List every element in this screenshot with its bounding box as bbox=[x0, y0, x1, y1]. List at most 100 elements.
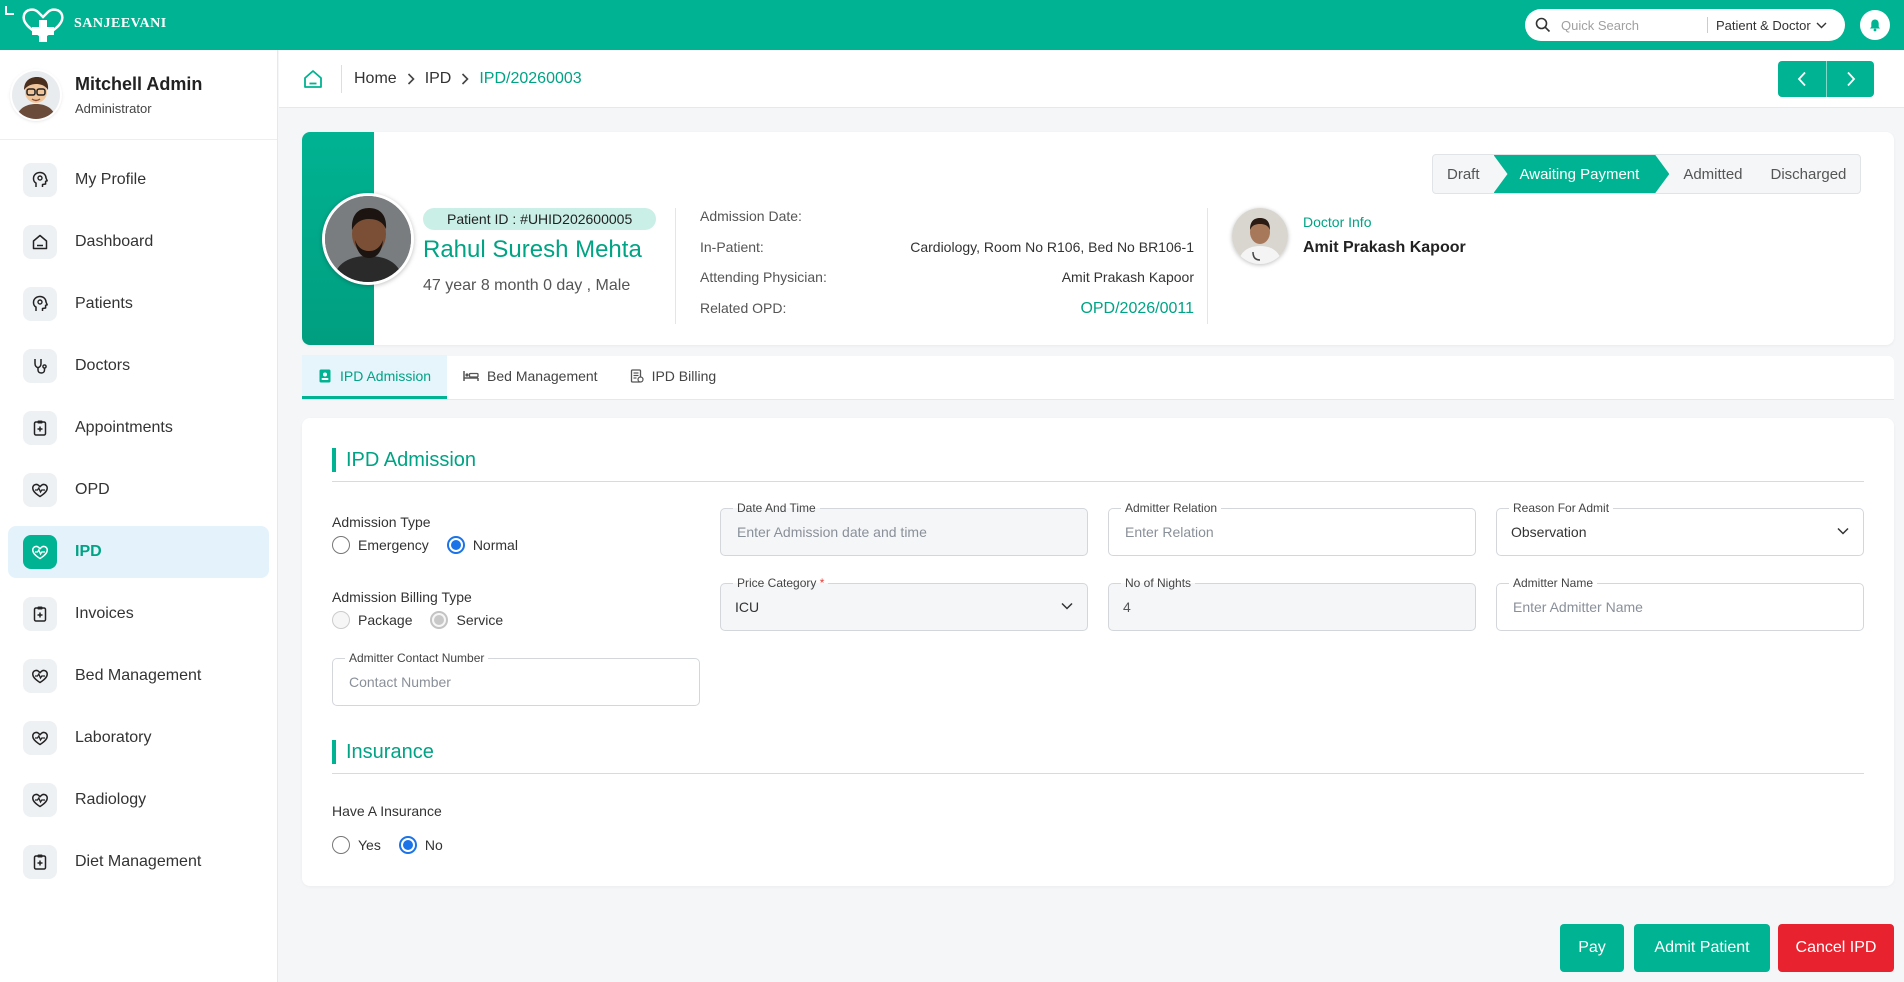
patient-photo bbox=[322, 193, 414, 285]
pay-button[interactable]: Pay bbox=[1560, 924, 1624, 972]
status-step-awaiting-payment[interactable]: Awaiting Payment bbox=[1494, 155, 1670, 193]
sidebar-item-doctors[interactable]: Doctors bbox=[8, 340, 269, 392]
sidebar-item-appointments[interactable]: Appointments bbox=[8, 402, 269, 454]
radio-label: Yes bbox=[358, 837, 381, 853]
breadcrumb-ipd-link[interactable]: IPD bbox=[425, 70, 452, 88]
field-label: Reason For Admit bbox=[1509, 501, 1614, 515]
doctor-info-label: Doctor Info bbox=[1303, 214, 1372, 230]
top-bar: SANJEEVANI Patient & Doctor bbox=[0, 0, 1904, 50]
sidebar-item-patients[interactable]: Patients bbox=[8, 278, 269, 330]
avatar bbox=[12, 70, 60, 119]
search-input[interactable] bbox=[1561, 17, 1703, 33]
admitter-name-field: Admitter Name bbox=[1496, 576, 1864, 631]
breadcrumb-home-button[interactable] bbox=[299, 65, 327, 93]
sidebar-item-my-profile[interactable]: My Profile bbox=[8, 154, 269, 206]
reason-for-admit-select[interactable]: Reason For Admit Observation bbox=[1496, 501, 1864, 556]
radio-yes[interactable] bbox=[332, 836, 350, 854]
radio-label: Package bbox=[358, 612, 413, 628]
next-record-button[interactable] bbox=[1826, 61, 1874, 97]
sidebar-item-bed-management[interactable]: Bed Management bbox=[8, 650, 269, 702]
sidebar-item-label: Dashboard bbox=[75, 233, 154, 250]
contact-number-input[interactable] bbox=[349, 674, 659, 690]
status-stepper: Draft Awaiting Payment Admitted Discharg… bbox=[1432, 154, 1862, 194]
admit-patient-button[interactable]: Admit Patient bbox=[1634, 924, 1770, 972]
admitter-name-input[interactable] bbox=[1513, 599, 1823, 615]
status-step-discharged[interactable]: Discharged bbox=[1757, 155, 1861, 193]
sidebar-item-radiology[interactable]: Radiology bbox=[8, 774, 269, 826]
related-opd-link[interactable]: OPD/2026/0011 bbox=[1080, 300, 1194, 331]
user-card[interactable]: Mitchell Admin Administrator bbox=[0, 50, 277, 140]
price-category-value: ICU bbox=[735, 599, 760, 615]
sidebar-item-label: IPD bbox=[75, 543, 102, 560]
nights-value[interactable]: 4 bbox=[1123, 599, 1131, 615]
required-marker: * bbox=[819, 576, 825, 590]
heart-cross-logo-icon bbox=[22, 8, 64, 42]
radio-package[interactable] bbox=[332, 611, 350, 629]
sidebar-item-laboratory[interactable]: Laboratory bbox=[8, 712, 269, 764]
sidebar-item-label: My Profile bbox=[75, 171, 147, 188]
breadcrumb-current: IPD/20260003 bbox=[479, 69, 582, 87]
chevron-right-icon bbox=[461, 72, 469, 85]
insurance-yes[interactable]: Yes bbox=[332, 836, 381, 854]
heart-pulse-icon bbox=[23, 473, 57, 507]
tab-bed-management[interactable]: Bed Management bbox=[447, 355, 614, 399]
doctor-name: Amit Prakash Kapoor bbox=[1303, 239, 1466, 256]
field-label: Date And Time bbox=[733, 501, 820, 515]
admitter-relation-field: Admitter Relation bbox=[1108, 501, 1476, 556]
search-scope-dropdown[interactable]: Patient & Doctor bbox=[1716, 18, 1827, 33]
billing-type-package[interactable]: Package bbox=[332, 611, 412, 629]
admitter-relation-input[interactable] bbox=[1125, 524, 1435, 540]
status-step-admitted[interactable]: Admitted bbox=[1669, 155, 1756, 193]
radio-service[interactable] bbox=[430, 611, 449, 629]
tab-ipd-billing[interactable]: IPD Billing bbox=[614, 355, 733, 399]
radio-emergency[interactable] bbox=[332, 536, 350, 554]
chevron-right-icon bbox=[1846, 71, 1855, 87]
sidebar-item-label: Diet Management bbox=[75, 853, 202, 870]
date-time-input[interactable] bbox=[737, 524, 1047, 540]
sidebar-item-ipd[interactable]: IPD bbox=[8, 526, 269, 578]
tab-bar: IPD Admission Bed Management IPD Billing bbox=[302, 355, 1894, 400]
notifications-button[interactable] bbox=[1860, 10, 1890, 40]
heart-pulse-icon bbox=[23, 721, 57, 755]
app-logo[interactable]: SANJEEVANI bbox=[20, 6, 167, 42]
cancel-ipd-button[interactable]: Cancel IPD bbox=[1778, 924, 1894, 972]
sidebar-item-invoices[interactable]: Invoices bbox=[8, 588, 269, 640]
insurance-no[interactable]: No bbox=[398, 836, 443, 854]
app-name: SANJEEVANI bbox=[74, 16, 167, 31]
price-category-select[interactable]: Price Category * ICU bbox=[720, 576, 1088, 631]
billing-type-radio-group: Package Service bbox=[332, 611, 521, 629]
info-label: Attending Physician: bbox=[700, 269, 827, 285]
user-role: Administrator bbox=[75, 100, 152, 116]
breadcrumb-home-link[interactable]: Home bbox=[354, 70, 397, 88]
chevron-down-icon bbox=[1816, 22, 1827, 28]
bed-icon bbox=[463, 370, 479, 381]
radio-label: Emergency bbox=[358, 537, 429, 553]
radio-label: Normal bbox=[472, 537, 518, 553]
billing-type-service[interactable]: Service bbox=[430, 611, 503, 629]
date-time-field: Date And Time bbox=[720, 501, 1088, 556]
sidebar-item-label: OPD bbox=[75, 481, 110, 498]
field-label: No of Nights bbox=[1121, 576, 1196, 590]
radio-no[interactable] bbox=[398, 836, 417, 854]
corner-mark-icon bbox=[5, 6, 14, 15]
reason-for-admit-value: Observation bbox=[1511, 524, 1587, 540]
patient-id-value: #UHID202600005 bbox=[520, 211, 633, 227]
admission-type-emergency[interactable]: Emergency bbox=[332, 536, 429, 554]
sidebar-item-label: Invoices bbox=[75, 605, 134, 622]
previous-record-button[interactable] bbox=[1778, 61, 1826, 97]
search-icon bbox=[1525, 17, 1561, 33]
radio-normal[interactable] bbox=[446, 536, 465, 554]
sidebar-item-diet-management[interactable]: Diet Management bbox=[8, 836, 269, 888]
search-divider bbox=[1707, 17, 1708, 33]
chevron-down-icon bbox=[1837, 527, 1849, 535]
admission-type-normal[interactable]: Normal bbox=[446, 536, 518, 554]
insurance-question-label: Have A Insurance bbox=[332, 803, 442, 819]
user-name: Mitchell Admin bbox=[75, 73, 203, 94]
sidebar-item-dashboard[interactable]: Dashboard bbox=[8, 216, 269, 268]
chevron-right-icon bbox=[407, 72, 415, 85]
sidebar-item-opd[interactable]: OPD bbox=[8, 464, 269, 516]
tab-ipd-admission[interactable]: IPD Admission bbox=[302, 355, 448, 399]
info-row-related-opd: Related OPD: OPD/2026/0011 bbox=[700, 300, 1194, 331]
status-step-draft[interactable]: Draft bbox=[1433, 155, 1494, 193]
radio-label: No bbox=[424, 837, 443, 853]
